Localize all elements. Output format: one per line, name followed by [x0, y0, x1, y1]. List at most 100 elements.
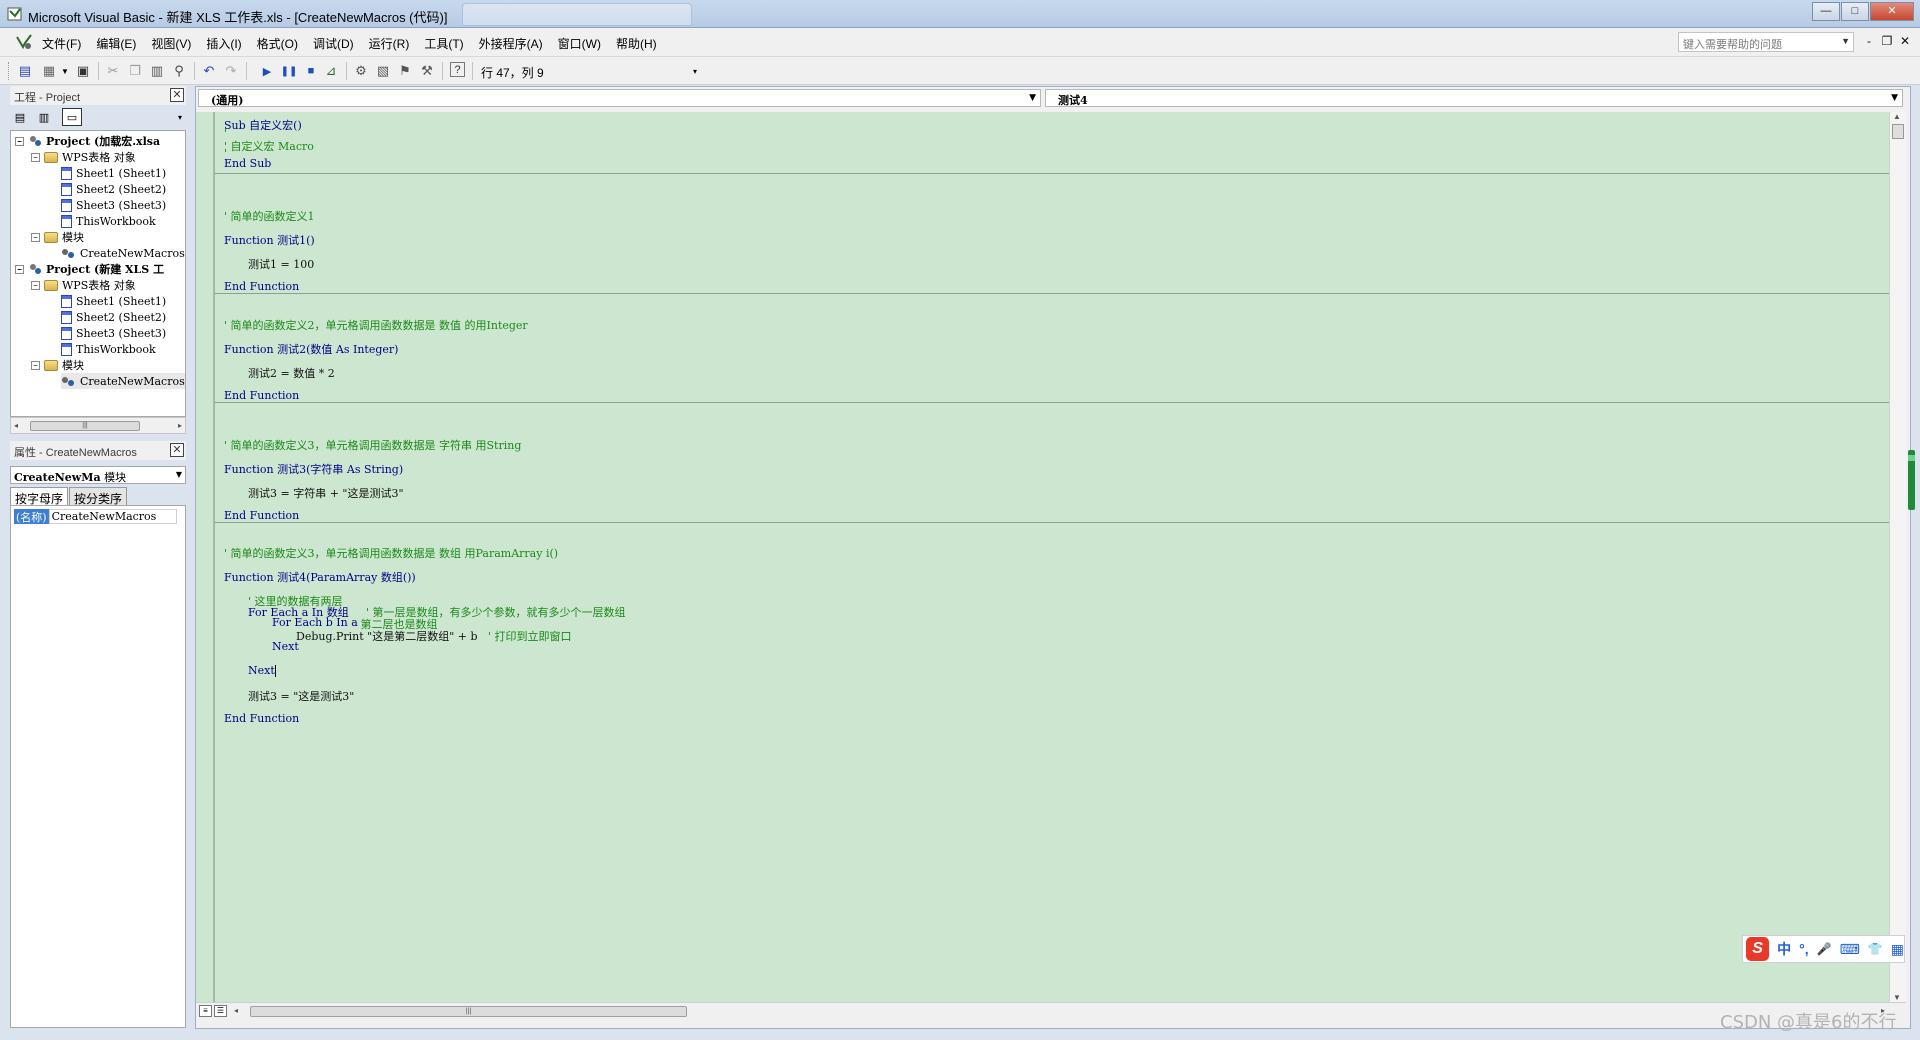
tree-item-sheet3[interactable]: Sheet3 (Sheet3)	[61, 197, 166, 213]
chevron-down-icon[interactable]: ▼	[56, 62, 74, 80]
tree-item-wps-objects[interactable]: − WPS表格 对象	[31, 149, 136, 165]
copy-icon[interactable]: ❐	[126, 62, 144, 80]
ime-toolbar[interactable]: S 中 °, 🎤 ⌨ 👕 ▦	[1742, 935, 1905, 963]
menu-addins[interactable]: 外接程序(A)	[479, 35, 543, 52]
project-explorer-icon[interactable]: ⚙	[352, 62, 370, 80]
code-line[interactable]: Debug.Print "这是第二层数组" + b	[296, 628, 478, 644]
skin-icon[interactable]: 👕	[1868, 942, 1883, 956]
design-mode-icon[interactable]: ⊿	[322, 62, 340, 80]
code-line-current[interactable]: Next	[248, 664, 276, 677]
tree-item-modules[interactable]: − 模块	[31, 229, 84, 245]
code-line[interactable]: ' 自定义宏 Macro	[224, 138, 314, 154]
procedure-view-icon[interactable]: ≡	[199, 1005, 212, 1017]
chevron-down-icon[interactable]: ▼	[1891, 93, 1898, 103]
margin-indicator-bar[interactable]	[196, 112, 214, 1002]
collapse-icon[interactable]: −	[31, 360, 40, 370]
code-line[interactable]: 测试2 = 数值 * 2	[248, 365, 335, 381]
collapse-icon[interactable]: −	[31, 232, 40, 242]
view-code-icon[interactable]: ▤	[10, 108, 30, 126]
undo-icon[interactable]: ↶	[200, 62, 218, 80]
collapse-icon[interactable]: −	[15, 264, 24, 274]
code-horizontal-scrollbar[interactable]: ≡ ☰ ◂ ||| ▸	[196, 1002, 1906, 1019]
code-line[interactable]: ' 简单的函数定义3，单元格调用函数数据是 字符串 用String	[224, 437, 521, 453]
chevron-down-icon[interactable]: ▾	[170, 108, 190, 126]
vb-editor-icon[interactable]	[15, 33, 33, 51]
menu-debug[interactable]: 调试(D)	[313, 35, 354, 52]
menu-insert[interactable]: 插入(I)	[206, 35, 241, 52]
object-browser-icon[interactable]: ⚑	[396, 62, 414, 80]
code-line[interactable]: Function 测试3(字符串 As String)	[224, 461, 403, 477]
code-line[interactable]: End Sub	[224, 157, 271, 170]
code-vertical-scrollbar[interactable]: ▲ ▼	[1889, 112, 1906, 1002]
project-tree-scrollbar[interactable]: ◂ ||| ▸	[10, 417, 186, 434]
menu-format[interactable]: 格式(O)	[257, 35, 298, 52]
help-search-input[interactable]: 键入需要帮助的问题 ▼	[1678, 32, 1854, 52]
project-panel-close-button[interactable]: ✕	[170, 88, 184, 102]
menu-tools[interactable]: 工具(T)	[424, 35, 463, 52]
menu-help[interactable]: 帮助(H)	[616, 35, 657, 52]
scroll-up-icon[interactable]: ▲	[1893, 112, 1901, 121]
chevron-down-icon[interactable]: ▼	[1841, 36, 1850, 46]
sogou-logo-icon[interactable]: S	[1746, 937, 1770, 961]
tree-item-thisworkbook[interactable]: ThisWorkbook	[61, 213, 156, 229]
mdi-restore-button[interactable]: ❐	[1878, 34, 1896, 48]
properties-window-icon[interactable]: ▧	[374, 62, 392, 80]
menu-run[interactable]: 运行(R)	[369, 35, 410, 52]
collapse-icon[interactable]: −	[31, 280, 40, 290]
properties-panel-close-button[interactable]: ✕	[170, 443, 184, 457]
code-line[interactable]: Function 测试2(数值 As Integer)	[224, 341, 398, 357]
tree-item-wps-objects[interactable]: − WPS表格 对象	[31, 277, 136, 293]
keyboard-icon[interactable]: ⌨	[1840, 941, 1860, 958]
code-line[interactable]: ' 简单的函数定义1	[224, 208, 315, 224]
help-icon[interactable]: ?	[450, 62, 465, 77]
tree-item-sheet1[interactable]: Sheet1 (Sheet1)	[61, 165, 166, 181]
collapse-icon[interactable]: −	[15, 136, 24, 146]
toolbox-grid-icon[interactable]: ▦	[1891, 941, 1904, 958]
code-line[interactable]: ' 简单的函数定义2，单元格调用函数数据是 数值 的用Integer	[224, 317, 528, 333]
scroll-down-icon[interactable]: ▼	[1893, 993, 1901, 1002]
toolbar-grip[interactable]	[8, 62, 11, 80]
redo-icon[interactable]: ↷	[222, 62, 240, 80]
tab-categorized[interactable]: 按分类序	[69, 487, 128, 506]
code-line[interactable]: ' 简单的函数定义3，单元格调用函数数据是 数组 用ParamArray i()	[224, 545, 558, 561]
run-icon[interactable]: ▶	[258, 62, 276, 80]
tree-item-project-addin[interactable]: − Project (加载宏.xlsa	[15, 133, 160, 149]
menu-edit[interactable]: 编辑(E)	[96, 35, 136, 52]
view-excel-icon[interactable]: ▤	[16, 62, 34, 80]
scroll-left-icon[interactable]: ◂	[14, 421, 18, 430]
view-object-icon[interactable]: ▥	[34, 108, 54, 126]
scroll-left-icon[interactable]: ◂	[234, 1006, 238, 1015]
code-line[interactable]: End Function	[224, 280, 299, 293]
mdi-minimize-button[interactable]: -	[1860, 34, 1878, 48]
chevron-down-icon[interactable]: ▼	[1029, 93, 1036, 103]
tree-item-sheet3[interactable]: Sheet3 (Sheet3)	[61, 325, 166, 341]
menu-window[interactable]: 窗口(W)	[558, 35, 601, 52]
code-line[interactable]: Next	[272, 640, 299, 653]
close-button[interactable]: ✕	[1870, 2, 1914, 21]
microphone-icon[interactable]: 🎤	[1817, 942, 1832, 956]
toggle-folders-icon[interactable]: ▭	[62, 108, 82, 126]
code-line[interactable]: End Function	[224, 389, 299, 402]
scroll-right-icon[interactable]: ▸	[178, 421, 182, 430]
chevron-down-icon[interactable]: ▼	[176, 470, 182, 479]
cut-icon[interactable]: ✂	[104, 62, 122, 80]
menu-view[interactable]: 视图(V)	[151, 35, 191, 52]
paste-icon[interactable]: ▥	[148, 62, 166, 80]
tree-item-project-newxls[interactable]: − Project (新建 XLS 工	[15, 261, 164, 277]
maximize-button[interactable]: □	[1841, 2, 1869, 21]
code-line[interactable]: 测试3 = 字符串 + "这是测试3"	[248, 485, 404, 501]
code-line[interactable]: Sub 自定义宏()	[224, 117, 302, 133]
code-line[interactable]: Function 测试1()	[224, 232, 315, 248]
code-line[interactable]: Function 测试4(ParamArray 数组())	[224, 569, 416, 585]
tree-item-sheet2[interactable]: Sheet2 (Sheet2)	[61, 181, 166, 197]
background-window-tab[interactable]	[462, 3, 692, 26]
code-line[interactable]: 测试1 = 100	[248, 256, 314, 272]
scrollbar-thumb[interactable]: |||	[250, 1006, 687, 1017]
code-line[interactable]: End Function	[224, 712, 299, 725]
procedure-combo[interactable]: 测试4 ▼	[1045, 89, 1903, 107]
pause-icon[interactable]: ❚❚	[280, 62, 298, 80]
code-line[interactable]: End Function	[224, 509, 299, 522]
menu-file[interactable]: 文件(F)	[42, 35, 81, 52]
tree-item-createnewmacros[interactable]: CreateNewMacros	[61, 245, 185, 261]
toolbox-icon[interactable]: ⚒	[418, 62, 436, 80]
